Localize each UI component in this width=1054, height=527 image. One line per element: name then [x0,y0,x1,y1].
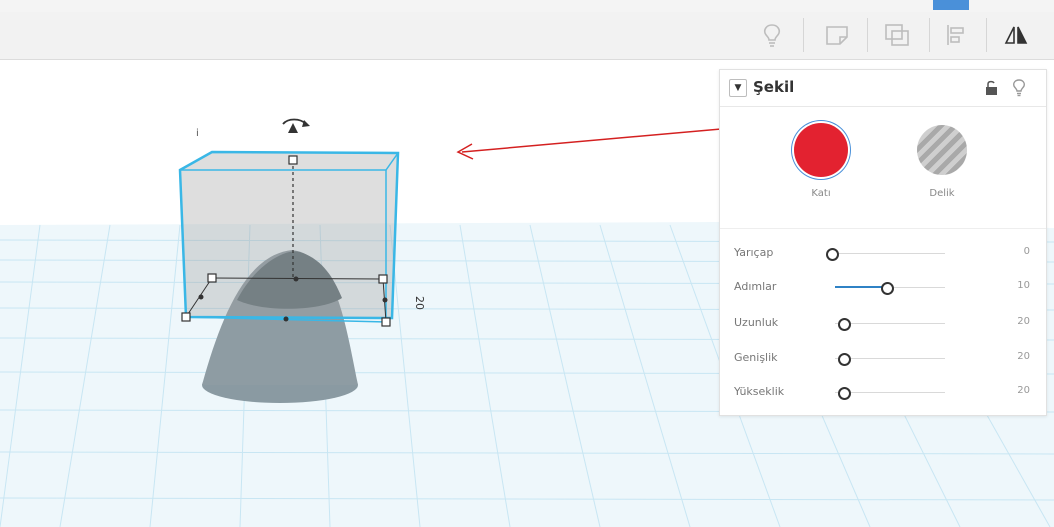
length-slider-knob[interactable] [838,318,851,331]
radius-value[interactable]: 0 [990,246,1030,257]
note-icon[interactable] [822,20,852,50]
shape-title: Şekil [753,78,795,96]
layers-icon[interactable] [882,20,912,50]
solid-color-swatch[interactable] [794,123,848,177]
height-handle[interactable] [288,155,298,165]
lightbulb-icon[interactable] [1012,79,1026,101]
steps-value[interactable]: 10 [990,280,1030,291]
rotate-handle-icon[interactable] [282,118,310,134]
side-handle[interactable] [283,316,289,322]
radius-slider-track[interactable] [835,253,945,254]
side-handle[interactable] [198,294,204,300]
mirror-icon[interactable] [1001,20,1031,50]
dimension-label: 20 [413,296,426,310]
steps-slider-fill [835,286,885,288]
width-slider-track[interactable] [835,358,945,359]
radius-slider-knob[interactable] [826,248,839,261]
panel-divider [720,228,1046,229]
side-handle[interactable] [382,297,388,303]
corner-handle[interactable] [381,317,391,327]
height-value[interactable]: 20 [990,385,1030,396]
length-label: Uzunluk [734,316,779,329]
toolbar-separator [929,18,930,52]
width-label: Genişlik [734,351,778,364]
radius-label: Yarıçap [734,246,774,259]
corner-handle[interactable] [207,273,217,283]
toolbar-separator [803,18,804,52]
solid-label: Katı [811,188,831,199]
length-slider-track[interactable] [835,323,945,324]
steps-label: Adımlar [734,280,777,293]
selection-box-fill [180,152,398,318]
lock-icon[interactable] [985,80,999,100]
width-slider-knob[interactable] [838,353,851,366]
align-icon[interactable] [941,20,971,50]
toolbar-separator [986,18,987,52]
steps-slider-knob[interactable] [881,282,894,295]
toolbar-separator [867,18,868,52]
hole-swatch[interactable] [917,125,967,175]
corner-handle[interactable] [378,274,388,284]
height-slider-knob[interactable] [838,387,851,400]
lightbulb-icon[interactable] [757,20,787,50]
center-handle [293,276,299,282]
corner-handle[interactable] [181,312,191,322]
axis-mark: i [196,128,199,139]
top-strip [0,0,1054,12]
collapse-dropdown-button[interactable]: ▼ [729,79,747,97]
height-label: Yükseklik [734,385,785,398]
length-value[interactable]: 20 [990,316,1030,327]
hole-label: Delik [929,188,955,199]
active-tab-indicator[interactable] [933,0,969,10]
panel-header: ▼ Şekil [720,70,1046,107]
shape-inspector-panel: ▼ Şekil Katı Delik Yarıçap 0 Adımlar 10 … [719,69,1047,416]
width-value[interactable]: 20 [990,351,1030,362]
height-slider-track[interactable] [835,392,945,393]
toolbar [0,12,1054,60]
